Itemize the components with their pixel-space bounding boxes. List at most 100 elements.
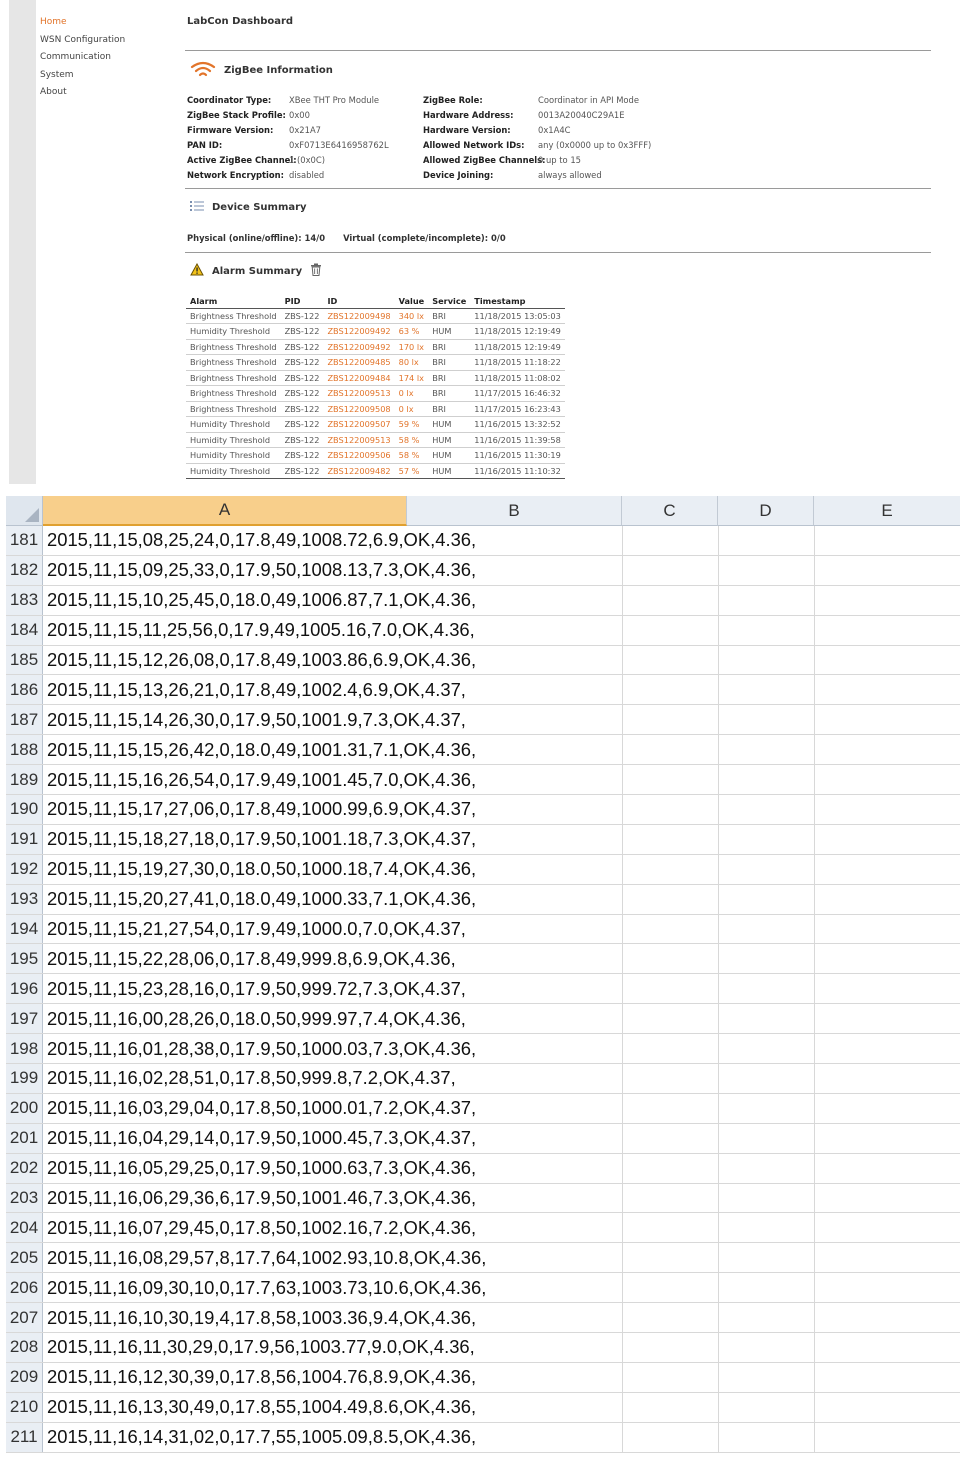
cell-e[interactable] [814, 914, 960, 944]
alarm-id[interactable]: ZBS122009508 [323, 401, 395, 417]
row-number[interactable]: 201 [6, 1123, 43, 1153]
cell-a[interactable]: 2015,11,16,12,30,39,0,17.8,56,1004.76,8.… [43, 1363, 622, 1392]
nav-about[interactable]: About [40, 84, 180, 102]
cell-c[interactable] [622, 914, 718, 944]
cell-c[interactable] [622, 526, 718, 555]
cell-c[interactable] [622, 1034, 718, 1064]
cell-c[interactable] [622, 555, 718, 585]
cell-a[interactable]: 2015,11,15,08,25,24,0,17.8,49,1008.72,6.… [43, 526, 622, 555]
cell-c[interactable] [622, 1243, 718, 1273]
cell-a[interactable]: 2015,11,16,00,28,26,0,18.0,50,999.97,7.4… [43, 1004, 622, 1033]
row-number[interactable]: 189 [6, 765, 43, 795]
row-number[interactable]: 211 [6, 1422, 43, 1452]
cell-e[interactable] [814, 1093, 960, 1123]
cell-a[interactable]: 2015,11,16,07,29,45,0,17.8,50,1002.16,7.… [43, 1213, 622, 1242]
cell-e[interactable] [814, 555, 960, 585]
row-number[interactable]: 183 [6, 585, 43, 615]
alarm-id[interactable]: ZBS122009482 [323, 463, 395, 479]
alarm-id[interactable]: ZBS122009513 [323, 432, 395, 448]
row-number[interactable]: 187 [6, 705, 43, 735]
cell-a[interactable]: 2015,11,15,17,27,06,0,17.8,49,1000.99,6.… [43, 795, 622, 824]
cell-a[interactable]: 2015,11,15,09,25,33,0,17.9,50,1008.13,7.… [43, 556, 622, 585]
cell-e[interactable] [814, 765, 960, 795]
cell-e[interactable] [814, 1303, 960, 1333]
cell-e[interactable] [814, 735, 960, 765]
cell-c[interactable] [622, 675, 718, 705]
cell-d[interactable] [718, 645, 814, 675]
cell-e[interactable] [814, 1213, 960, 1243]
row-number[interactable]: 207 [6, 1303, 43, 1333]
cell-e[interactable] [814, 1034, 960, 1064]
cell-c[interactable] [622, 1093, 718, 1123]
cell-e[interactable] [814, 1004, 960, 1034]
row-number[interactable]: 209 [6, 1362, 43, 1392]
row-number[interactable]: 190 [6, 795, 43, 824]
row-number[interactable]: 205 [6, 1243, 43, 1273]
cell-c[interactable] [622, 585, 718, 615]
cell-d[interactable] [718, 735, 814, 765]
cell-c[interactable] [622, 1123, 718, 1153]
cell-e[interactable] [814, 1153, 960, 1183]
cell-a[interactable]: 2015,11,15,12,26,08,0,17.8,49,1003.86,6.… [43, 646, 622, 675]
cell-c[interactable] [622, 974, 718, 1004]
cell-a[interactable]: 2015,11,15,18,27,18,0,17.9,50,1001.18,7.… [43, 825, 622, 854]
cell-e[interactable] [814, 974, 960, 1004]
cell-d[interactable] [718, 1213, 814, 1243]
row-number[interactable]: 191 [6, 824, 43, 854]
cell-d[interactable] [718, 1362, 814, 1392]
cell-d[interactable] [718, 974, 814, 1004]
row-number[interactable]: 206 [6, 1273, 43, 1303]
cell-e[interactable] [814, 1183, 960, 1213]
cell-e[interactable] [814, 585, 960, 615]
cell-d[interactable] [718, 1064, 814, 1093]
row-number[interactable]: 193 [6, 884, 43, 914]
cell-a[interactable]: 2015,11,15,14,26,30,0,17.9,50,1001.9,7.3… [43, 705, 622, 734]
row-number[interactable]: 184 [6, 615, 43, 645]
cell-a[interactable]: 2015,11,16,02,28,51,0,17.8,50,999.8,7.2,… [43, 1064, 622, 1093]
alarm-id[interactable]: ZBS122009507 [323, 416, 395, 433]
cell-d[interactable] [718, 884, 814, 914]
cell-c[interactable] [622, 1333, 718, 1362]
cell-d[interactable] [718, 555, 814, 585]
cell-c[interactable] [622, 1273, 718, 1303]
cell-e[interactable] [814, 1392, 960, 1422]
cell-d[interactable] [718, 1303, 814, 1333]
cell-a[interactable]: 2015,11,15,21,27,54,0,17.9,49,1000.0,7.0… [43, 915, 622, 944]
cell-e[interactable] [814, 854, 960, 884]
cell-e[interactable] [814, 884, 960, 914]
cell-d[interactable] [718, 1422, 814, 1452]
alarm-id[interactable]: ZBS122009513 [323, 385, 395, 402]
cell-c[interactable] [622, 795, 718, 824]
column-header-a[interactable]: A [43, 496, 407, 526]
cell-a[interactable]: 2015,11,16,09,30,10,0,17.7,63,1003.73,10… [43, 1273, 622, 1302]
cell-c[interactable] [622, 1362, 718, 1392]
cell-d[interactable] [718, 1333, 814, 1362]
cell-c[interactable] [622, 1004, 718, 1034]
cell-c[interactable] [622, 645, 718, 675]
cell-e[interactable] [814, 1243, 960, 1273]
alarm-id[interactable]: ZBS122009485 [323, 354, 395, 371]
alarm-id[interactable]: ZBS122009506 [323, 447, 395, 464]
cell-a[interactable]: 2015,11,16,05,29,25,0,17.9,50,1000.63,7.… [43, 1154, 622, 1183]
row-number[interactable]: 200 [6, 1093, 43, 1123]
cell-e[interactable] [814, 944, 960, 974]
cell-a[interactable]: 2015,11,15,15,26,42,0,18.0,49,1001.31,7.… [43, 735, 622, 764]
cell-d[interactable] [718, 1034, 814, 1064]
column-header-d[interactable]: D [718, 496, 814, 526]
cell-c[interactable] [622, 765, 718, 795]
row-number[interactable]: 181 [6, 526, 43, 555]
cell-a[interactable]: 2015,11,16,06,29,36,6,17.9,50,1001.46,7.… [43, 1184, 622, 1213]
cell-c[interactable] [622, 854, 718, 884]
cell-d[interactable] [718, 824, 814, 854]
row-number[interactable]: 186 [6, 675, 43, 705]
cell-d[interactable] [718, 615, 814, 645]
cell-c[interactable] [622, 944, 718, 974]
cell-c[interactable] [622, 824, 718, 854]
cell-e[interactable] [814, 1362, 960, 1392]
cell-a[interactable]: 2015,11,16,11,30,29,0,17.9,56,1003.77,9.… [43, 1333, 622, 1362]
row-number[interactable]: 194 [6, 914, 43, 944]
column-header-e[interactable]: E [814, 496, 960, 526]
cell-d[interactable] [718, 795, 814, 824]
row-number[interactable]: 210 [6, 1392, 43, 1422]
cell-a[interactable]: 2015,11,15,19,27,30,0,18.0,50,1000.18,7.… [43, 855, 622, 884]
